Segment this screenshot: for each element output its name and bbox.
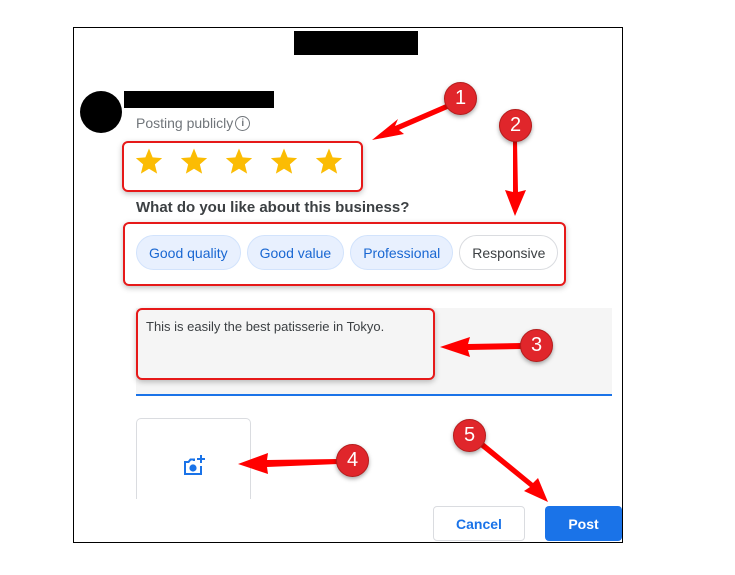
posting-publicly-row: Posting publicly i	[136, 115, 251, 131]
question-heading: What do you like about this business?	[136, 199, 410, 216]
dialog-title-redacted	[294, 31, 418, 55]
annotation-badge-2: 2	[499, 109, 532, 142]
highlight-stars	[122, 141, 363, 192]
info-icon[interactable]: i	[235, 115, 251, 131]
post-button[interactable]: Post	[545, 506, 622, 541]
add-photo-camera-icon[interactable]	[182, 454, 206, 476]
highlight-review-text	[136, 308, 435, 380]
annotation-badge-3: 3	[520, 329, 553, 362]
avatar	[80, 91, 122, 133]
posting-publicly-label: Posting publicly	[136, 115, 234, 131]
cancel-button[interactable]: Cancel	[433, 506, 525, 541]
annotation-badge-1: 1	[444, 82, 477, 115]
annotation-badge-5: 5	[453, 419, 486, 452]
highlight-chips	[123, 222, 566, 286]
user-name-redacted	[124, 91, 274, 108]
annotation-badge-4: 4	[336, 444, 369, 477]
